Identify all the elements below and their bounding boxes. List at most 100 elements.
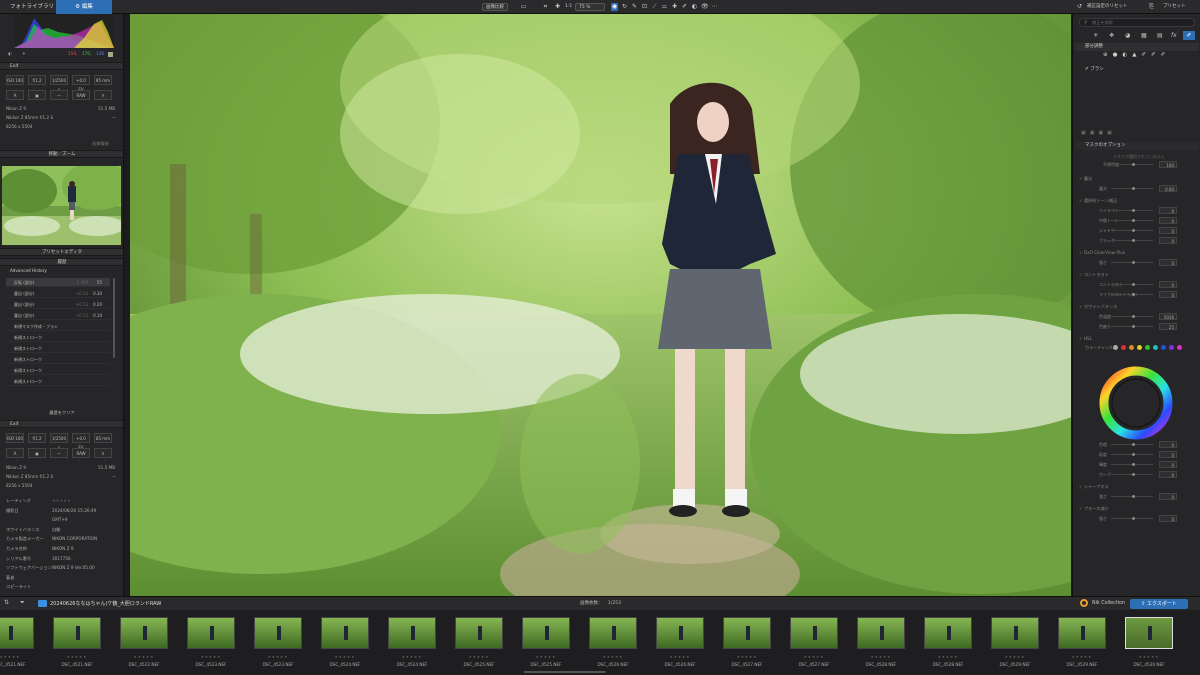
filmstrip-thumbnail[interactable] <box>991 617 1039 649</box>
thumbnail-rating[interactable]: ★★★★★ <box>583 655 643 659</box>
section-header[interactable]: ✓ 選択的トーン補正 <box>1079 197 1117 205</box>
export-button[interactable]: ⇪ エクスポート <box>1130 599 1188 609</box>
perspective-icon[interactable]: ⏢ <box>661 3 668 11</box>
slider-value[interactable]: 5036 <box>1159 313 1177 320</box>
clear-history-button[interactable]: 履歴をクリア <box>44 408 80 417</box>
dots-icon[interactable]: ⋯ <box>711 3 718 11</box>
slider-knob[interactable] <box>1132 282 1135 286</box>
thumbnail-rating[interactable]: ★★★★★ <box>784 655 844 659</box>
adjust-slider-row[interactable]: 強さ 0 <box>1081 258 1193 267</box>
sort-icon[interactable]: ⇅ <box>4 599 9 606</box>
detail-tab-icon[interactable]: ◕ <box>1125 32 1130 39</box>
advanced-history-toggle[interactable]: Advanced History <box>10 268 47 273</box>
watermark-tab-icon[interactable]: ▤ <box>1157 32 1163 39</box>
crop-tool-icon[interactable]: ⊡ <box>641 3 648 11</box>
slider-value[interactable]: 0 <box>1159 515 1177 522</box>
thumbnail-rating[interactable]: ★★★★★ <box>0 655 40 659</box>
history-item[interactable]: 露出 (部分) +0.13 0.30 <box>6 289 110 298</box>
filter-icon[interactable]: ⏷ <box>20 599 25 607</box>
slider-knob[interactable] <box>1132 324 1135 328</box>
thumbnail-rating[interactable]: ★★★★★ <box>918 655 978 659</box>
history-item[interactable]: 新規ストローク <box>6 355 110 364</box>
zoom-level-select[interactable]: 75 % <box>575 3 605 11</box>
section-header[interactable]: ✓ コントラスト <box>1079 271 1109 279</box>
color-tab-icon[interactable]: ❖ <box>1109 32 1114 39</box>
pin-icon[interactable]: ⎘ <box>1148 3 1155 11</box>
filmstrip-thumbnail[interactable] <box>723 617 771 649</box>
clip-shadow-icon[interactable]: ◐ <box>8 51 12 56</box>
clip-highlight-icon[interactable]: ☀ <box>22 51 26 56</box>
reset-button[interactable]: 補正設定のリセット <box>1084 3 1131 11</box>
filmstrip-thumbnail[interactable] <box>589 617 637 649</box>
thumbnail-rating[interactable]: ★★★★★ <box>47 655 107 659</box>
section-header[interactable]: ✓ ホワイトバランス <box>1079 303 1117 311</box>
slider-track[interactable] <box>1111 494 1153 498</box>
slider-track[interactable] <box>1111 186 1153 190</box>
slider-value[interactable]: 0 <box>1159 237 1177 244</box>
nik-collection-button[interactable]: Nik Collection <box>1092 597 1125 611</box>
slider-value[interactable]: 0 <box>1159 207 1177 214</box>
section-header[interactable]: ✓ シャープネス <box>1079 483 1109 491</box>
slider-track[interactable] <box>1111 452 1153 456</box>
color-channel-swatch[interactable] <box>1137 345 1142 350</box>
slider-track[interactable] <box>1111 228 1153 232</box>
filmstrip-thumbnail[interactable] <box>790 617 838 649</box>
filmstrip-thumbnail[interactable] <box>1058 617 1106 649</box>
thumbnail-rating[interactable]: ★★★★★ <box>181 655 241 659</box>
meta-value[interactable]: ★★★★★ <box>52 498 71 503</box>
color-channel-swatch[interactable] <box>1169 345 1174 350</box>
filmstrip-thumbnail[interactable] <box>321 617 369 649</box>
brush-tool-icon[interactable]: ✐ <box>681 3 688 11</box>
adjust-slider-row[interactable]: 色温度 5036 <box>1081 312 1193 321</box>
slider-track[interactable] <box>1111 238 1153 242</box>
thumbnail-rating[interactable]: ★★★★★ <box>1119 655 1179 659</box>
exif-header[interactable]: Exif <box>0 62 123 70</box>
adjust-slider-row[interactable]: コントラスト0 <box>1081 280 1193 289</box>
color-channel-swatch[interactable] <box>1113 345 1118 350</box>
color-channel-swatch[interactable] <box>1145 345 1150 350</box>
preset-button[interactable]: プリセット <box>1160 3 1189 11</box>
slider-track[interactable] <box>1111 260 1153 264</box>
layout-icon[interactable]: ▭ <box>520 3 527 11</box>
local-adjust-header[interactable]: 部分調整 <box>1075 43 1199 51</box>
slider-value[interactable]: 0 <box>1159 227 1177 234</box>
preset-editor-header[interactable]: プリセットエディタ <box>0 248 123 256</box>
plus-icon[interactable]: ✚ <box>554 3 561 11</box>
slider-knob[interactable] <box>1132 452 1135 456</box>
color-wheel[interactable] <box>1097 364 1175 442</box>
opacity-row[interactable]: 不透明度100 <box>1081 160 1193 169</box>
filmstrip-thumbnail[interactable] <box>187 617 235 649</box>
slider-knob[interactable] <box>1132 494 1135 498</box>
filmstrip-thumbnail[interactable] <box>656 617 704 649</box>
slider-value[interactable]: 0 <box>1159 441 1177 448</box>
history-item[interactable]: 露出 (部分) +0.13 0.10 <box>6 311 110 320</box>
filmstrip-thumbnail[interactable] <box>254 617 302 649</box>
zoom-fit-button[interactable]: 1:1 <box>562 3 575 11</box>
thumbnail-rating[interactable]: ★★★★★ <box>114 655 174 659</box>
adjust-slider-row[interactable]: 中間トーン 0 <box>1081 216 1193 225</box>
picker-icon[interactable]: ✎ <box>631 3 638 11</box>
adjust-slider-row[interactable]: 露光 0.00 <box>1081 184 1193 193</box>
tab-photo-library[interactable]: フォトライブラリ <box>0 0 64 14</box>
mask-toolbar[interactable]: ▣▣▣▣ <box>1081 130 1116 136</box>
history-header[interactable]: 履歴 <box>0 258 123 266</box>
history-item[interactable]: 新規ストローク <box>6 333 110 342</box>
section-header[interactable]: ✓ DxO ClearView Plus <box>1079 249 1125 257</box>
history-item[interactable]: 反転 (部分) 1.409 55 <box>6 278 110 287</box>
local-adjust-tab-icon[interactable]: ✐ <box>1183 31 1195 40</box>
slider-value[interactable]: 0 <box>1159 451 1177 458</box>
navigator-thumbnail[interactable] <box>2 166 121 245</box>
filmstrip-thumbnail[interactable] <box>1125 617 1173 649</box>
visibility-icon[interactable]: 👁 <box>701 3 709 11</box>
rotate-icon[interactable]: ↻ <box>621 3 628 11</box>
slider-track[interactable] <box>1111 282 1153 286</box>
slider-knob[interactable] <box>1132 462 1135 466</box>
adjust-slider-row[interactable]: ブラック 0 <box>1081 236 1193 245</box>
adjust-slider-row[interactable]: マイクロコントラスト0 <box>1081 290 1193 299</box>
section-header[interactable]: ✓ HSL <box>1079 335 1092 343</box>
repair-icon[interactable]: ✚ <box>671 3 678 11</box>
color-channel-swatch[interactable] <box>1129 345 1134 350</box>
thumbnail-rating[interactable]: ★★★★★ <box>248 655 308 659</box>
filmstrip-thumbnail[interactable] <box>455 617 503 649</box>
slider-value[interactable]: 0 <box>1159 281 1177 288</box>
